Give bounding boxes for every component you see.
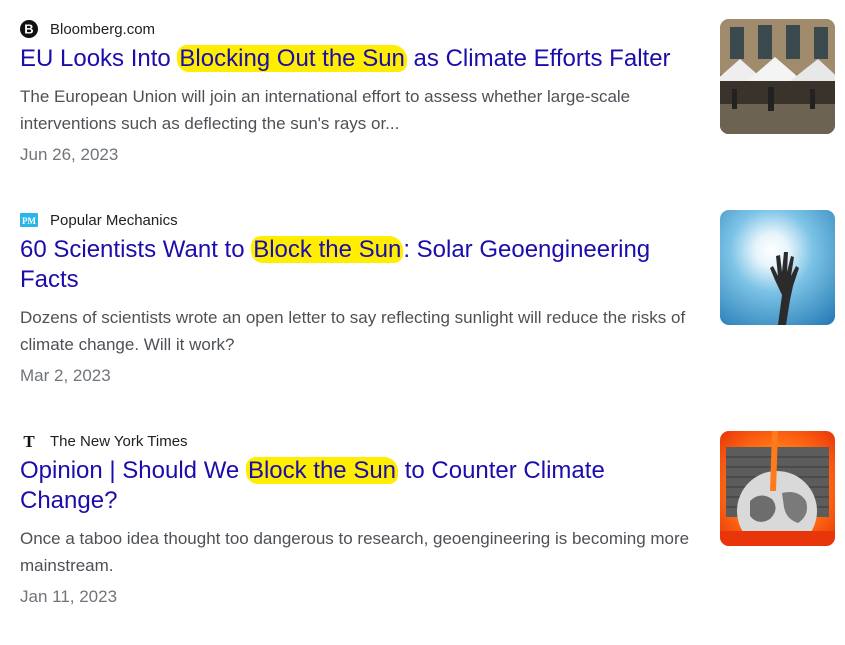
- bloomberg-b-icon: B: [20, 20, 38, 38]
- result-snippet: Once a taboo idea thought too dangerous …: [20, 529, 690, 575]
- result-source[interactable]: T The New York Times: [20, 430, 835, 452]
- pm-logo-icon: PM: [20, 211, 38, 229]
- hand-blocking-sun-photo[interactable]: [720, 210, 835, 325]
- svg-text:T: T: [23, 432, 35, 450]
- title-highlight: Block the Sun: [245, 457, 399, 484]
- source-name: Popular Mechanics: [50, 211, 178, 229]
- result-date: Jan 11, 2023: [20, 587, 118, 606]
- title-text: as Climate Efforts Falter: [406, 45, 671, 72]
- search-result: PM Popular Mechanics 60 Scientists Want …: [20, 209, 835, 386]
- title-text: Opinion | Should We: [20, 457, 246, 484]
- svg-text:B: B: [24, 22, 33, 37]
- title-text: EU Looks Into: [20, 45, 178, 72]
- street-cafe-photo[interactable]: [720, 19, 835, 134]
- result-title-link[interactable]: 60 Scientists Want to Block the Sun: Sol…: [20, 235, 700, 295]
- result-snippet: The European Union will join an internat…: [20, 87, 631, 133]
- title-text: 60 Scientists Want to: [20, 236, 252, 263]
- result-date: Mar 2, 2023: [20, 366, 111, 385]
- title-highlight: Blocking Out the Sun: [177, 45, 407, 72]
- result-snippet: Dozens of scientists wrote an open lette…: [20, 308, 686, 354]
- search-result: T The New York Times Opinion | Should We…: [20, 430, 835, 607]
- search-result: B Bloomberg.com EU Looks Into Blocking O…: [20, 18, 835, 165]
- source-name: The New York Times: [50, 432, 188, 450]
- title-highlight: Block the Sun: [251, 236, 404, 263]
- source-name: Bloomberg.com: [50, 20, 156, 38]
- svg-text:PM: PM: [22, 216, 36, 226]
- result-title-link[interactable]: EU Looks Into Blocking Out the Sun as Cl…: [20, 44, 700, 74]
- nyt-t-icon: T: [20, 432, 38, 450]
- result-source[interactable]: PM Popular Mechanics: [20, 209, 835, 231]
- earth-wall-sun-illustration[interactable]: [720, 431, 835, 546]
- result-date: Jun 26, 2023: [20, 145, 119, 164]
- result-source[interactable]: B Bloomberg.com: [20, 18, 835, 40]
- result-title-link[interactable]: Opinion | Should We Block the Sun to Cou…: [20, 456, 700, 516]
